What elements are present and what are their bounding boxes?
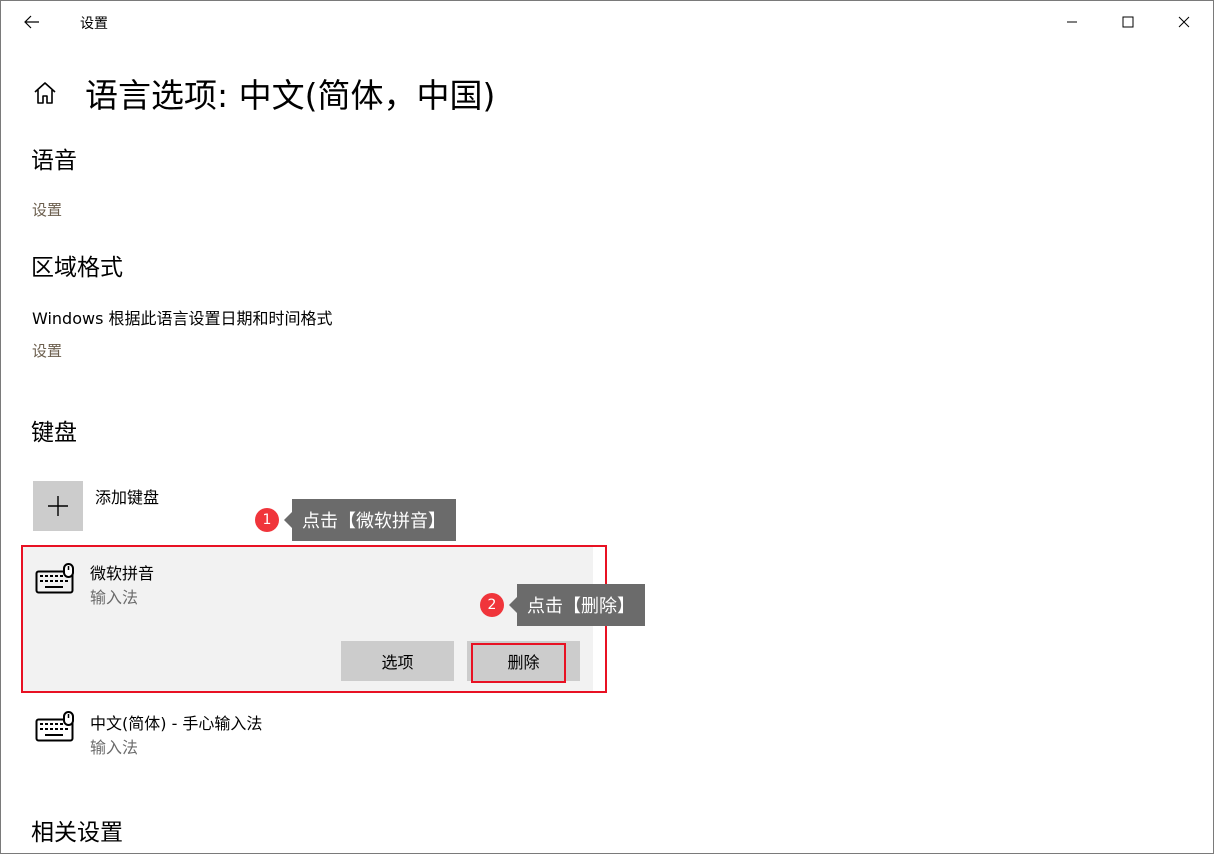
add-keyboard-label[interactable]: 添加键盘	[95, 484, 159, 508]
keyboard-item-shouxin[interactable]: 中文(简体) - 手心输入法 输入法	[23, 697, 593, 767]
minimize-button[interactable]	[1049, 1, 1095, 43]
home-icon	[34, 82, 56, 104]
page-title: 语言选项: 中文(简体，中国)	[85, 76, 496, 115]
step-badge-2: 2	[480, 593, 504, 617]
keyboard-item-type: 输入法	[90, 738, 139, 757]
related-settings-heading: 相关设置	[31, 820, 123, 846]
arrow-left-icon	[24, 15, 39, 29]
annotation-tooltip-2: 点击【删除】	[509, 584, 645, 626]
back-button[interactable]	[17, 7, 47, 37]
region-format-settings-link[interactable]: 设置	[32, 340, 62, 361]
keyboard-item-name: 中文(简体) - 手心输入法	[90, 714, 263, 733]
plus-icon	[48, 496, 68, 516]
close-icon	[1178, 16, 1190, 28]
speech-settings-link[interactable]: 设置	[32, 199, 62, 220]
home-button[interactable]	[31, 79, 59, 107]
highlight-frame-remove-button	[471, 643, 566, 683]
settings-window: 设置 语言选项: 中文(简体，中国) 语音 设置 区域格式 Windows 根据…	[0, 0, 1214, 854]
region-format-heading: 区域格式	[31, 255, 123, 281]
keyboard-heading: 键盘	[31, 420, 77, 446]
maximize-button[interactable]	[1105, 1, 1151, 43]
add-keyboard-button[interactable]	[33, 481, 83, 531]
step-badge-1: 1	[255, 508, 279, 532]
minimize-icon	[1067, 21, 1077, 23]
maximize-icon	[1122, 16, 1134, 28]
close-button[interactable]	[1161, 1, 1207, 43]
region-format-description: Windows 根据此语言设置日期和时间格式	[32, 309, 333, 328]
speech-heading: 语音	[31, 148, 77, 174]
annotation-tooltip-1: 点击【微软拼音】	[284, 499, 456, 541]
window-title: 设置	[80, 16, 108, 32]
title-bar: 设置	[1, 1, 1213, 43]
keyboard-icon	[35, 711, 74, 742]
